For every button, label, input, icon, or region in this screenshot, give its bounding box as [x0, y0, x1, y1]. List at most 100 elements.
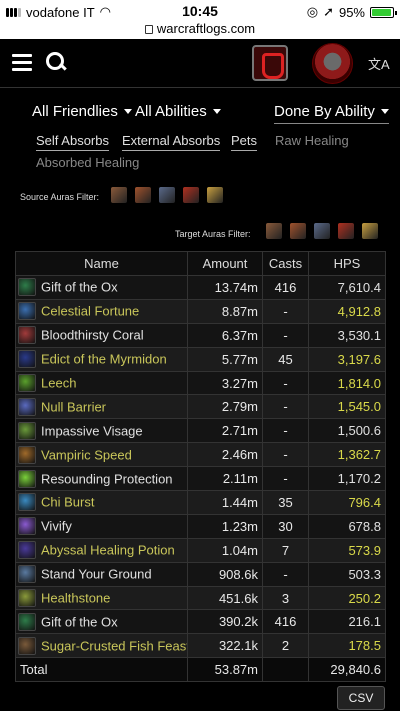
tab-self-absorbs[interactable]: Self Absorbs	[36, 133, 109, 151]
table-row[interactable]: Bloodthirsty Coral 6.37m -3,530.1	[15, 322, 386, 348]
battery-icon	[370, 6, 397, 18]
site-header: 文A	[0, 40, 400, 88]
ability-cell[interactable]: Sugar-Crusted Fish Feast	[15, 633, 188, 659]
amount-cell: 6.37m	[187, 322, 263, 348]
ability-cell[interactable]: Chi Burst	[15, 490, 188, 515]
table-row[interactable]: Healthstone 451.6k 3 250.2	[15, 585, 386, 611]
source-aura-icon[interactable]	[159, 187, 175, 203]
table-row[interactable]: Null Barrier 2.79m -1,545.0	[15, 394, 386, 420]
abilities-label: All Abilities	[135, 103, 207, 120]
ability-icon	[18, 469, 36, 488]
source-aura-icon[interactable]	[207, 187, 223, 203]
casts-cell: 416	[262, 275, 309, 300]
total-hps: 29,840.6	[308, 657, 386, 683]
casts-cell: -	[262, 418, 309, 444]
ability-cell[interactable]: Impassive Visage	[15, 418, 188, 444]
avatar[interactable]	[312, 43, 353, 84]
healing-table: Name Amount Casts HPS Gift of the Ox 13.7…	[15, 251, 386, 683]
column-header-amount[interactable]: Amount	[187, 251, 263, 276]
chevron-down-icon	[212, 109, 221, 114]
target-aura-icon[interactable]	[362, 223, 378, 239]
table-row[interactable]: Sugar-Crusted Fish Feast 322.1k 2 178.5	[15, 633, 386, 659]
table-row[interactable]: Impassive Visage 2.71m -1,500.6	[15, 418, 386, 444]
ability-name[interactable]: Gift of the Ox	[41, 614, 118, 629]
alarm-icon: ◎	[306, 4, 319, 19]
ability-name[interactable]: Bloodthirsty Coral	[41, 328, 144, 343]
csv-button[interactable]: CSV	[337, 686, 385, 710]
ability-cell[interactable]: Stand Your Ground	[15, 561, 188, 587]
table-row[interactable]: Leech 3.27m -1,814.0	[15, 370, 386, 396]
ability-cell[interactable]: Gift of the Ox	[15, 609, 188, 635]
ability-name[interactable]: Chi Burst	[41, 495, 94, 510]
amount-cell: 1.23m	[187, 513, 263, 539]
ability-cell[interactable]: Gift of the Ox	[15, 275, 188, 300]
source-aura-icon[interactable]	[111, 187, 127, 203]
menu-icon[interactable]	[12, 54, 32, 71]
tab-raw-healing[interactable]: Raw Healing	[275, 133, 349, 150]
ability-cell[interactable]: Resounding Protection	[15, 466, 188, 492]
table-header-row: Name Amount Casts HPS	[15, 251, 386, 276]
ability-cell[interactable]: Null Barrier	[15, 394, 188, 420]
search-icon[interactable]	[46, 52, 66, 74]
friendlies-dropdown[interactable]: All Friendlies	[32, 103, 132, 120]
source-aura-icon[interactable]	[135, 187, 151, 203]
tab-external-absorbs[interactable]: External Absorbs	[122, 133, 221, 151]
column-header-name[interactable]: Name	[15, 251, 188, 276]
casts-cell: 30	[262, 513, 309, 539]
table-row[interactable]: Vivify 1.23m 30 678.8	[15, 513, 386, 539]
ability-cell[interactable]: Vivify	[15, 513, 188, 539]
source-aura-icon[interactable]	[183, 187, 199, 203]
ability-cell[interactable]: Abyssal Healing Potion	[15, 537, 188, 563]
target-aura-icon[interactable]	[314, 223, 330, 239]
ability-icon	[18, 565, 36, 584]
ability-cell[interactable]: Celestial Fortune	[15, 298, 188, 324]
abilities-dropdown[interactable]: All Abilities	[135, 103, 221, 120]
table-row[interactable]: Gift of the Ox 13.74m 416 7,610.4	[15, 275, 386, 300]
ability-name[interactable]: Healthstone	[41, 591, 110, 606]
ability-name[interactable]: Impassive Visage	[41, 423, 143, 438]
table-row[interactable]: Chi Burst 1.44m 35 796.4	[15, 490, 386, 515]
ability-cell[interactable]: Bloodthirsty Coral	[15, 322, 188, 348]
ability-cell[interactable]: Healthstone	[15, 585, 188, 611]
ability-name[interactable]: Edict of the Myrmidon	[41, 352, 167, 367]
ability-name[interactable]: Vivify	[41, 519, 72, 534]
done-by-label: Done By Ability	[274, 103, 375, 120]
column-header-hps[interactable]: HPS	[308, 251, 386, 276]
table-row[interactable]: Abyssal Healing Potion 1.04m 7 573.9	[15, 537, 386, 563]
table-row[interactable]: Gift of the Ox 390.2k 416 216.1	[15, 609, 386, 635]
tab-absorbed-healing[interactable]: Absorbed Healing	[36, 155, 139, 172]
ability-icon	[18, 517, 36, 536]
url-bar[interactable]: warcraftlogs.com	[0, 22, 400, 39]
amount-cell: 2.71m	[187, 418, 263, 444]
ability-name[interactable]: Resounding Protection	[41, 471, 173, 486]
ability-name[interactable]: Celestial Fortune	[41, 304, 139, 319]
ability-name[interactable]: Gift of the Ox	[41, 280, 118, 295]
ability-name[interactable]: Abyssal Healing Potion	[41, 543, 175, 558]
table-row[interactable]: Celestial Fortune 8.87m -4,912.8	[15, 298, 386, 324]
table-row[interactable]: Resounding Protection 2.11m -1,170.2	[15, 466, 386, 492]
ability-name[interactable]: Stand Your Ground	[41, 567, 152, 582]
ability-cell[interactable]: Vampiric Speed	[15, 442, 188, 468]
ability-name[interactable]: Null Barrier	[41, 399, 106, 414]
ability-name[interactable]: Sugar-Crusted Fish Feast	[41, 638, 187, 653]
ability-cell[interactable]: Edict of the Myrmidon	[15, 346, 188, 372]
amount-cell: 13.74m	[187, 275, 263, 300]
table-row[interactable]: Vampiric Speed 2.46m -1,362.7	[15, 442, 386, 468]
amount-cell: 1.04m	[187, 537, 263, 563]
target-aura-icon[interactable]	[338, 223, 354, 239]
ability-cell[interactable]: Leech	[15, 370, 188, 396]
ability-icon	[18, 350, 36, 369]
hps-cell: 7,610.4	[308, 275, 386, 300]
translate-icon[interactable]: 文A	[368, 54, 390, 73]
column-header-casts[interactable]: Casts	[262, 251, 309, 276]
target-aura-icon[interactable]	[290, 223, 306, 239]
done-by-dropdown[interactable]: Done By Ability	[274, 103, 389, 124]
tab-pets[interactable]: Pets	[231, 133, 258, 151]
hps-cell: 216.1	[308, 609, 386, 635]
horde-faction-icon[interactable]	[252, 45, 288, 81]
table-row[interactable]: Stand Your Ground 908.6k -503.3	[15, 561, 386, 587]
ability-name[interactable]: Leech	[41, 376, 76, 391]
ability-name[interactable]: Vampiric Speed	[41, 447, 132, 462]
table-row[interactable]: Edict of the Myrmidon 5.77m 45 3,197.6	[15, 346, 386, 372]
target-aura-icon[interactable]	[266, 223, 282, 239]
